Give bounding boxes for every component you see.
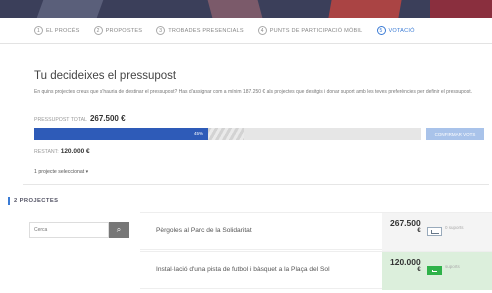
step-number-icon: 4	[257, 26, 267, 35]
process-steps-nav: 1 El procés 2 Propostes 3 Trobades presenci…	[0, 18, 492, 44]
budget-description: En quins projectes creus que s'hauria de…	[34, 89, 472, 95]
step-el-proces[interactable]: 1 El procés	[34, 26, 80, 35]
step-propostes[interactable]: 2 Propostes	[93, 26, 143, 35]
budget-panel: Tu decideixes el pressupost En quins pro…	[23, 58, 489, 180]
search-icon: ⌕	[116, 225, 122, 234]
step-trobades[interactable]: 3 Trobades presencials	[156, 26, 244, 35]
divider	[23, 184, 489, 185]
project-name[interactable]: Instal·lació d'una pista de futbol i bàs…	[156, 266, 330, 273]
search-button[interactable]: ⌕	[109, 222, 129, 238]
budget-total: Pressupost total 267.500 €	[34, 114, 126, 123]
budget-total-value: 267.500 €	[89, 114, 126, 123]
step-votacio[interactable]: 5 Votació	[376, 26, 415, 35]
supports-count: suports	[445, 264, 460, 269]
check-icon	[432, 269, 437, 272]
header-banner-image	[0, 0, 492, 18]
project-price-box: 120.000 € suports	[382, 252, 492, 290]
budget-remaining: Restant: 120.000 €	[34, 148, 90, 155]
check-icon	[430, 229, 439, 234]
progress-fill	[34, 128, 208, 140]
step-number-icon: 1	[34, 26, 43, 35]
selected-projects-dropdown[interactable]: 1 projecte seleccionat ▾	[34, 169, 88, 178]
step-number-icon: 3	[156, 26, 166, 35]
budget-progress-bar: 45%	[34, 128, 421, 140]
project-name[interactable]: Pèrgoles al Parc de la Solidaritat	[156, 227, 252, 234]
support-toggle[interactable]	[427, 266, 442, 275]
projects-section-heading: 2 PROJECTES	[8, 197, 58, 205]
step-punts-mobil[interactable]: 4 Punts de participació mòbil	[257, 26, 363, 35]
step-number-icon: 2	[93, 26, 103, 35]
support-toggle[interactable]	[427, 227, 442, 236]
step-number-icon: 5	[376, 26, 386, 35]
project-price-box: 267.500 € 0 suports	[382, 213, 492, 251]
budget-remaining-value: 120.000 €	[60, 148, 90, 155]
confirm-votes-button[interactable]: Confirmar vots	[426, 128, 484, 140]
progress-hatch	[208, 128, 244, 140]
project-row[interactable]: Pèrgoles al Parc de la Solidaritat 267.5…	[140, 212, 492, 251]
project-price: 120.000 €	[390, 257, 421, 273]
project-price: 267.500 €	[390, 218, 421, 234]
search-input[interactable]	[29, 222, 109, 238]
project-row[interactable]: Instal·lació d'una pista de futbol i bàs…	[140, 251, 492, 290]
supports-count: 0 suports	[445, 225, 464, 230]
progress-percent-label: 45%	[194, 131, 204, 136]
budget-title: Tu decideixes el pressupost	[34, 70, 177, 82]
